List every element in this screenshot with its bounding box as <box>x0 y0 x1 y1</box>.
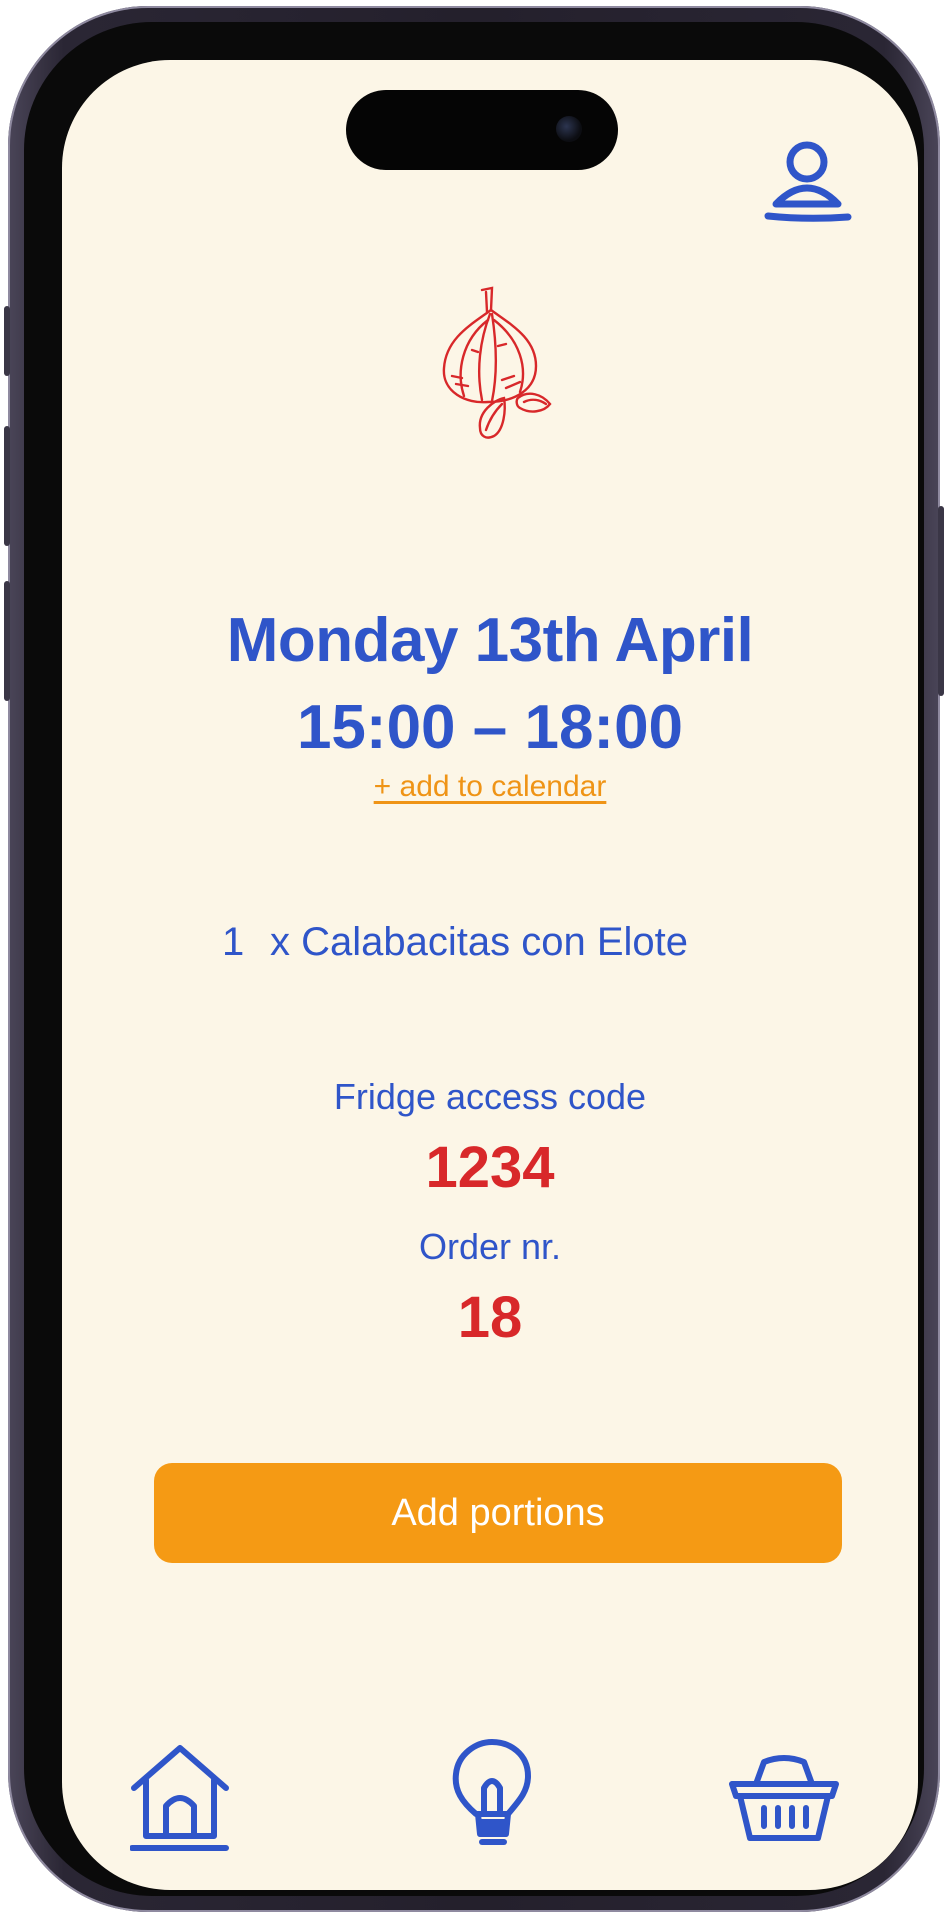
lightbulb-icon <box>452 1739 531 1845</box>
garlic-illustration <box>432 280 572 450</box>
nav-home[interactable] <box>130 1740 230 1852</box>
phone-frame: Monday 13th April 15:00 – 18:00 + add to… <box>4 6 944 1912</box>
dynamic-island <box>346 90 618 170</box>
basket-icon <box>729 1755 839 1841</box>
add-portions-button[interactable]: Add portions <box>154 1463 842 1563</box>
order-number-value: 18 <box>457 1285 523 1350</box>
volume-down-button <box>4 581 10 701</box>
pickup-date: Monday 13th April <box>226 606 754 675</box>
nav-ideas[interactable] <box>450 1738 534 1848</box>
add-to-calendar-wrapper: + add to calendar <box>62 770 918 804</box>
app-screen: Monday 13th April 15:00 – 18:00 + add to… <box>62 60 918 1890</box>
order-number-label: Order nr. <box>418 1226 562 1267</box>
order-item-row: 1 x Calabacitas con Elote <box>222 920 822 965</box>
action-button <box>4 306 10 376</box>
power-button <box>938 506 944 696</box>
fridge-code-label: Fridge access code <box>333 1076 647 1117</box>
nav-basket[interactable] <box>728 1750 840 1846</box>
camera-icon <box>556 116 582 142</box>
add-to-calendar-link[interactable]: + add to calendar <box>374 770 607 803</box>
home-icon <box>130 1745 229 1851</box>
pickup-time: 15:00 – 18:00 <box>296 693 684 762</box>
order-item-name: x Calabacitas con Elote <box>270 920 689 964</box>
fridge-code-value: 1234 <box>425 1135 555 1200</box>
order-item-quantity: 1 <box>222 920 245 964</box>
profile-button[interactable] <box>762 130 852 230</box>
garlic-icon <box>442 286 552 439</box>
phone-bezel: Monday 13th April 15:00 – 18:00 + add to… <box>24 22 924 1896</box>
user-profile-icon <box>764 141 852 222</box>
volume-up-button <box>4 426 10 546</box>
